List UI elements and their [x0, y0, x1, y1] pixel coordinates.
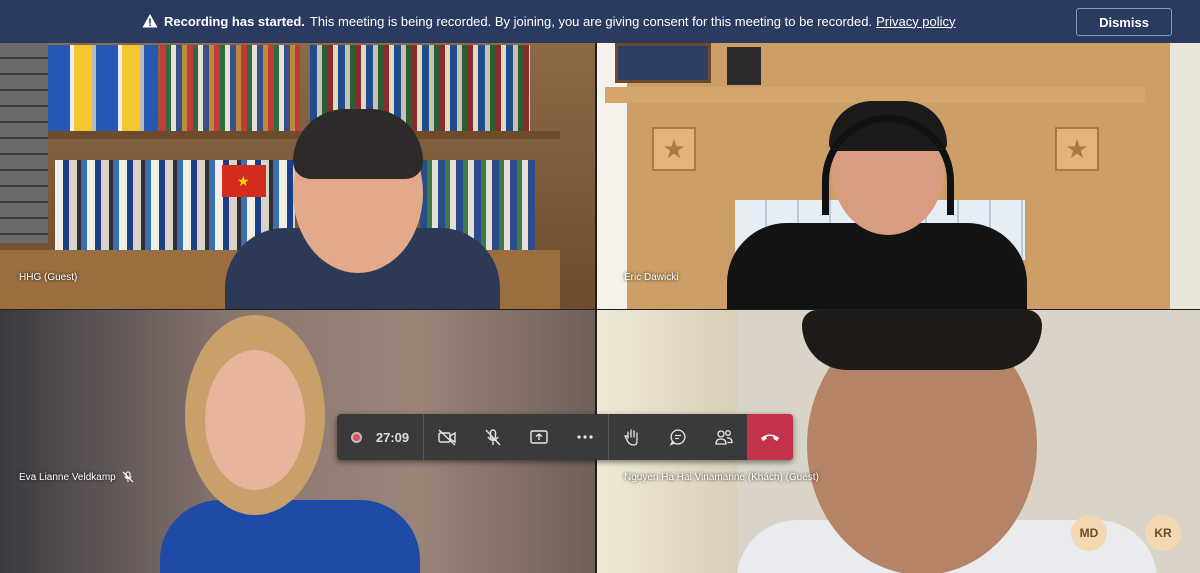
star-tile-left: ★ — [652, 127, 696, 171]
avatar-kr[interactable]: KR — [1145, 515, 1181, 551]
banner-title: Recording has started. — [164, 13, 305, 29]
participant-name: HHG (Guest) — [19, 272, 78, 283]
mic-off-icon — [485, 429, 501, 446]
avatar-md[interactable]: MD — [1071, 515, 1107, 551]
hang-up-icon — [761, 434, 779, 441]
participant-name: Eric Dawicki — [624, 272, 679, 283]
raise-hand-button[interactable] — [609, 414, 655, 460]
more-actions-button[interactable] — [562, 414, 608, 460]
dismiss-button[interactable]: Dismiss — [1076, 8, 1172, 36]
warning-icon — [142, 14, 158, 28]
video-grid: ★ HHG (Guest) ★ ★ Eric Dawicki Eva Liann… — [0, 43, 1200, 573]
recording-banner: Recording has started. This meeting is b… — [0, 0, 1200, 43]
person-body — [727, 223, 1027, 309]
binders — [48, 45, 158, 133]
books-top-left — [160, 45, 300, 133]
person-hair — [802, 310, 1042, 370]
banner-message: Recording has started. This meeting is b… — [142, 13, 956, 29]
recording-indicator: 27:09 — [337, 414, 424, 460]
mic-toggle-button[interactable] — [470, 414, 516, 460]
camera-off-icon — [438, 429, 456, 446]
chat-button[interactable] — [655, 414, 701, 460]
crest-icon — [727, 47, 761, 85]
call-timer: 27:09 — [375, 429, 410, 445]
more-icon — [577, 435, 593, 439]
muted-mic-icon — [122, 471, 134, 483]
painting — [615, 43, 711, 83]
participant-name: Eva Lianne Veldkamp — [19, 471, 116, 483]
people-icon — [715, 430, 733, 445]
person-body — [160, 500, 420, 573]
drawer-unit — [0, 43, 48, 243]
raise-hand-icon — [624, 429, 638, 446]
banner-text: This meeting is being recorded. By joini… — [309, 13, 873, 29]
camera-toggle-button[interactable] — [424, 414, 470, 460]
participants-button[interactable] — [701, 414, 747, 460]
call-control-bar: 27:09 — [337, 414, 793, 460]
shelf — [0, 131, 560, 139]
participant-name: Nguyen Ha Hai Vinamarine (Khách) (Guest) — [624, 472, 819, 483]
share-screen-button[interactable] — [516, 414, 562, 460]
participant-name-row: Eva Lianne Veldkamp — [19, 471, 134, 483]
privacy-policy-link[interactable]: Privacy policy — [876, 14, 955, 29]
star-tile-right: ★ — [1055, 127, 1099, 171]
hang-up-button[interactable] — [747, 414, 793, 460]
video-tile-hhg[interactable]: ★ HHG (Guest) — [0, 43, 595, 309]
chat-icon — [669, 429, 686, 446]
share-screen-icon — [530, 430, 548, 444]
vietnam-flag-icon: ★ — [222, 165, 266, 197]
video-tile-eric[interactable]: ★ ★ Eric Dawicki — [597, 43, 1200, 309]
person-face — [205, 350, 305, 490]
record-dot-icon — [350, 431, 362, 443]
